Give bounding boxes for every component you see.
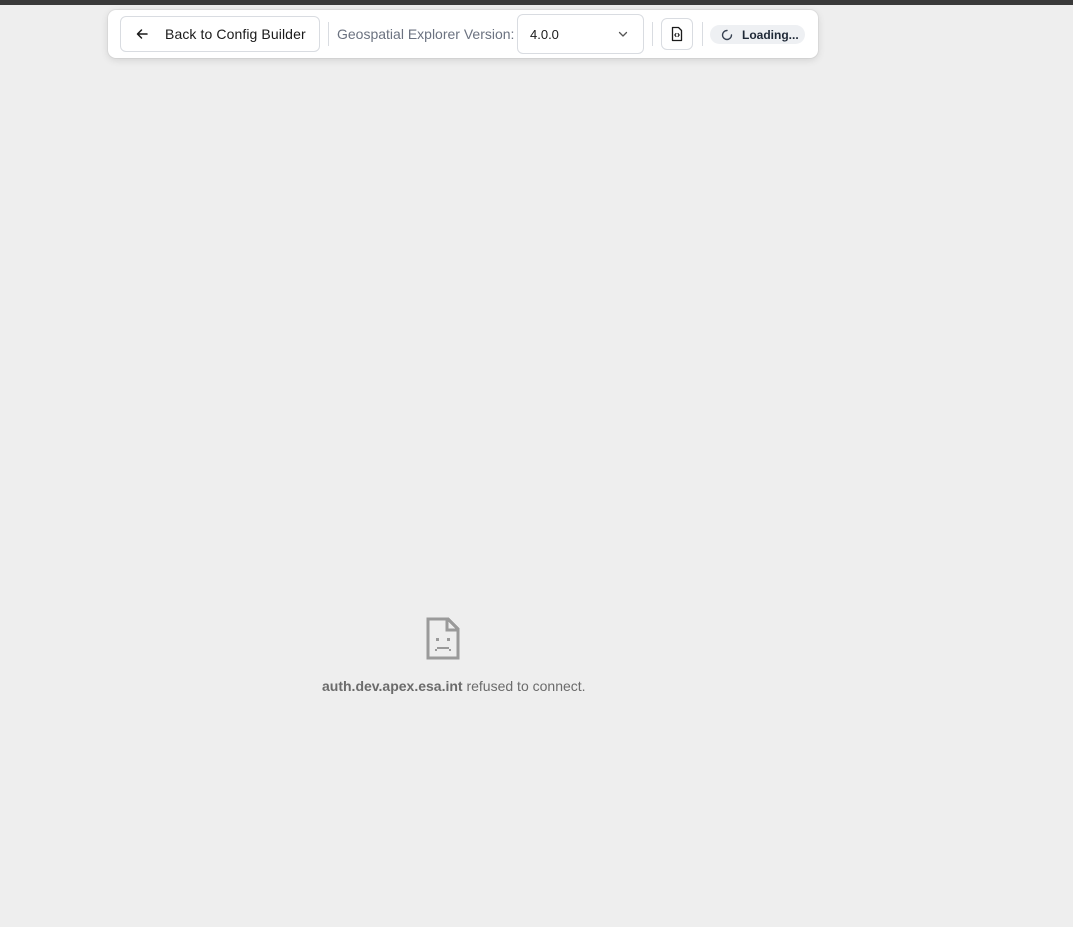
version-select-value: 4.0.0 — [530, 26, 559, 42]
error-text: refused to connect. — [466, 678, 586, 694]
version-select[interactable]: 4.0.0 — [517, 14, 644, 54]
toolbar-divider — [652, 22, 653, 46]
error-message: auth.dev.apex.esa.int refused to connect… — [322, 678, 586, 694]
error-host: auth.dev.apex.esa.int — [322, 678, 463, 694]
browser-top-strip — [0, 0, 1073, 5]
toolbar-divider — [702, 22, 703, 46]
back-to-config-builder-button[interactable]: Back to Config Builder — [120, 16, 320, 52]
sad-document-icon — [426, 617, 460, 660]
status-badge: Loading... — [710, 25, 805, 44]
back-button-label: Back to Config Builder — [165, 26, 306, 42]
file-code-icon — [669, 26, 685, 42]
status-text: Loading... — [742, 27, 799, 42]
chevron-down-icon — [617, 28, 629, 40]
toolbar-divider — [328, 22, 329, 46]
version-label: Geospatial Explorer Version: — [337, 26, 515, 42]
preview-toolbar: Back to Config Builder Geospatial Explor… — [108, 10, 818, 58]
arrow-left-icon — [134, 26, 150, 42]
loading-spinner-icon — [721, 29, 733, 41]
view-config-code-button[interactable] — [661, 18, 693, 50]
